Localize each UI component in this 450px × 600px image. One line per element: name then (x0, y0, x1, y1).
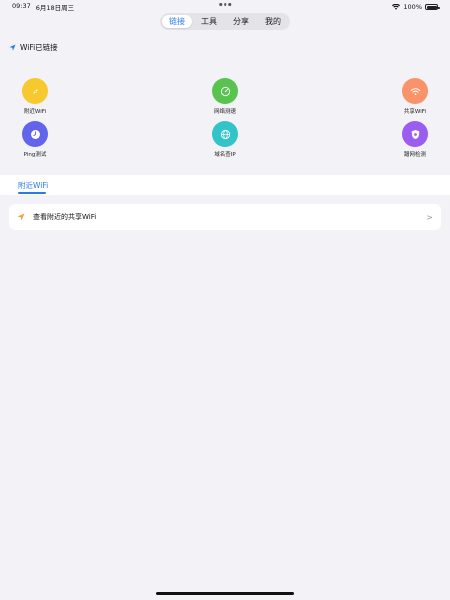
nearby-shared-wifi-card[interactable]: 查看附近的共享WiFi > (9, 204, 441, 230)
tool-ping-test[interactable]: Ping测试 (5, 121, 65, 158)
tool-domain-lookup[interactable]: 域名查IP (195, 121, 255, 158)
tab-underline (18, 192, 46, 194)
card-label: 查看附近的共享WiFi (33, 213, 97, 221)
tool-circle (22, 78, 48, 104)
tab-nearby-wifi[interactable]: 附近WiFi (18, 180, 48, 191)
tool-label: 域名查IP (214, 152, 236, 158)
tool-circle (402, 121, 428, 147)
tool-nearby-wifi[interactable]: 附近WiFi (5, 78, 65, 115)
tool-circle (22, 121, 48, 147)
speedometer-icon (220, 86, 230, 96)
status-left: 09:37 6月18日周三 (12, 2, 74, 12)
chevron-right-icon: > (426, 212, 433, 222)
tab-link[interactable]: 链接 (162, 15, 192, 28)
wifi-signal-icon (392, 4, 401, 10)
section-tab-strip: 附近WiFi (0, 175, 450, 195)
multitasking-dots[interactable] (219, 3, 231, 6)
tab-share[interactable]: 分享 (226, 15, 256, 28)
status-time: 09:37 (12, 2, 31, 10)
wifi-connected-status[interactable]: WiFi已链接 (9, 42, 58, 53)
tool-label: 网络测速 (213, 109, 236, 115)
globe-icon (220, 129, 230, 139)
tool-intruder-detect[interactable]: 蹭网检测 (385, 121, 445, 158)
home-indicator[interactable] (156, 592, 294, 595)
location-arrow-icon (17, 213, 25, 221)
tool-label: 蹭网检测 (403, 152, 426, 158)
wifi-connected-label: WiFi已链接 (20, 43, 58, 52)
battery-level (426, 5, 437, 9)
tool-label: 附近WiFi (23, 109, 47, 115)
tab-tools[interactable]: 工具 (194, 15, 224, 28)
tool-share-wifi[interactable]: 共享WiFi (385, 78, 445, 115)
tab-mine[interactable]: 我的 (258, 15, 288, 28)
tool-circle (212, 78, 238, 104)
battery-icon (425, 4, 440, 10)
tool-circle (402, 78, 428, 104)
location-arrow-icon (9, 44, 16, 51)
status-right: 100% (392, 3, 440, 11)
compass-icon (32, 88, 38, 94)
top-segmented-control: 链接 工具 分享 我的 (160, 13, 290, 30)
status-date: 6月18日周三 (35, 4, 75, 12)
clock-icon (30, 129, 40, 139)
wifi-icon (410, 87, 420, 95)
tool-speed-test[interactable]: 网络测速 (195, 78, 255, 115)
battery-percent: 100% (403, 3, 422, 11)
tool-label: Ping测试 (23, 152, 47, 158)
shield-icon (411, 129, 419, 139)
tool-circle (212, 121, 238, 147)
tool-label: 共享WiFi (403, 109, 427, 115)
